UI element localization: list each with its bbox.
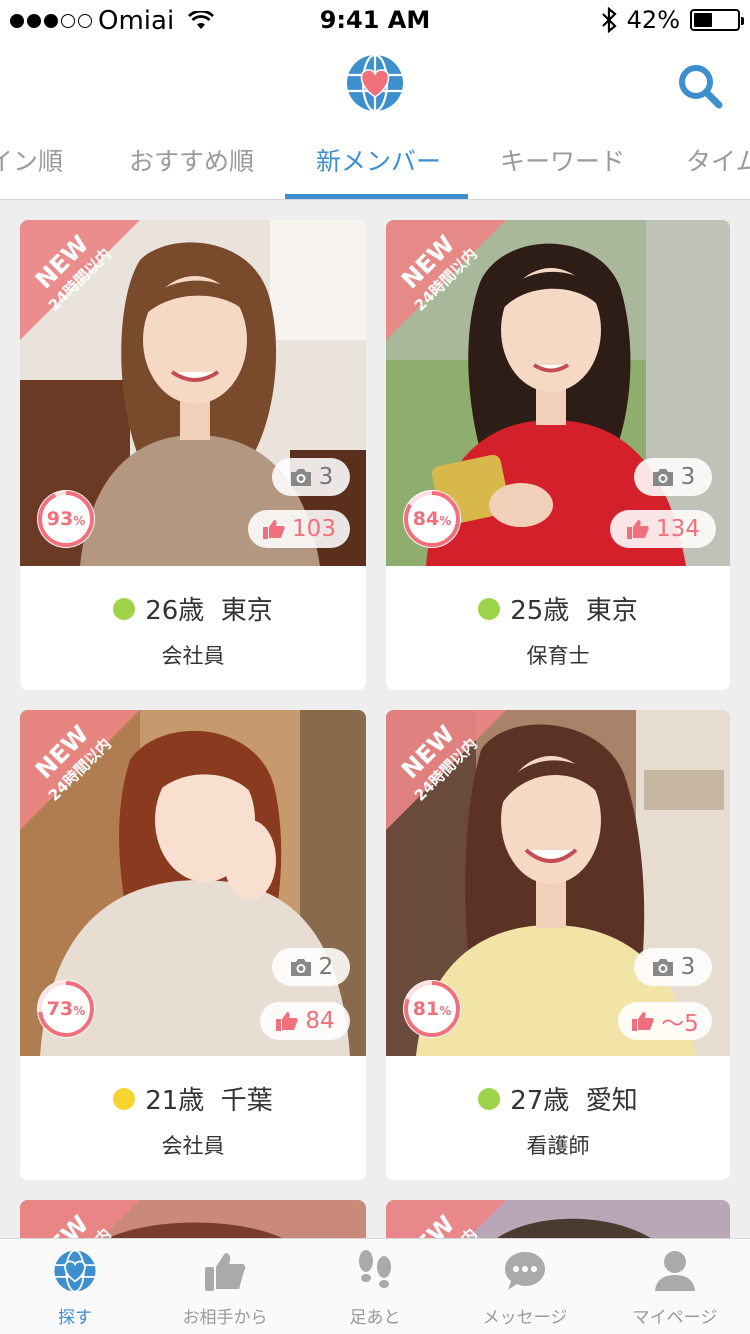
tab-login-order[interactable]: イン順 bbox=[0, 142, 63, 178]
bluetooth-icon bbox=[601, 7, 617, 33]
occupation: 看護師 bbox=[526, 1134, 590, 1158]
thumbs-up-icon bbox=[263, 520, 285, 539]
like-count: 103 bbox=[248, 510, 350, 548]
age-location: 21歳 千葉 bbox=[145, 1086, 273, 1116]
member-photo[interactable]: NEW 24時間以内 2 84 73% bbox=[20, 710, 366, 1056]
member-card[interactable]: NEW 24時間以内 2 84 73% 21歳 千葉 会社員 bbox=[20, 710, 366, 1180]
online-status-dot bbox=[113, 597, 136, 620]
like-count: 〜5 bbox=[618, 1002, 712, 1040]
tab-keyword[interactable]: キーワード bbox=[500, 142, 625, 178]
age-location: 25歳 東京 bbox=[510, 596, 638, 626]
battery-percent: 42% bbox=[626, 6, 680, 34]
occupation: 保育士 bbox=[526, 644, 590, 668]
like-count: 84 bbox=[260, 1002, 350, 1040]
member-summary: 27歳 愛知 bbox=[386, 1080, 730, 1117]
thumbs-up-icon bbox=[632, 1012, 654, 1031]
camera-icon bbox=[652, 959, 673, 976]
member-card[interactable]: NEW 24時間以内 3 〜5 81% 27歳 愛知 看護師 bbox=[386, 710, 730, 1180]
footprints-icon bbox=[359, 1250, 391, 1288]
status-bar: Omiai 9:41 AM 42% bbox=[0, 0, 750, 40]
tab-recommended[interactable]: おすすめ順 bbox=[129, 142, 254, 178]
occupation: 会社員 bbox=[161, 644, 225, 668]
chat-bubble-icon bbox=[505, 1252, 545, 1290]
member-photo[interactable]: NEW 24時間以内 3 134 84% bbox=[386, 220, 730, 566]
tab-new-members[interactable]: 新メンバー bbox=[316, 142, 441, 178]
nav-search[interactable]: 探す bbox=[0, 1239, 150, 1334]
photo-count: 3 bbox=[634, 458, 712, 496]
nav-my-page[interactable]: マイページ bbox=[600, 1239, 750, 1334]
bottom-tab-bar: 探す お相手から 足あと メッセージ マイページ bbox=[0, 1238, 750, 1334]
globe-heart-icon bbox=[54, 1249, 96, 1293]
match-rate: 84% bbox=[403, 490, 461, 548]
photo-count: 3 bbox=[634, 948, 712, 986]
thumbs-up-icon bbox=[205, 1253, 246, 1291]
camera-icon bbox=[290, 469, 311, 486]
tab-time[interactable]: タイム bbox=[686, 142, 750, 178]
age-location: 26歳 東京 bbox=[145, 596, 273, 626]
app-logo-icon bbox=[347, 53, 403, 113]
thumbs-up-icon bbox=[627, 520, 649, 539]
age-location: 27歳 愛知 bbox=[510, 1086, 638, 1116]
match-rate: 73% bbox=[37, 980, 95, 1038]
member-summary: 25歳 東京 bbox=[386, 590, 730, 627]
occupation: 会社員 bbox=[161, 1134, 225, 1158]
match-rate: 81% bbox=[403, 980, 461, 1038]
member-photo[interactable]: NEW 24時間以内 3 〜5 81% bbox=[386, 710, 730, 1056]
match-rate: 93% bbox=[37, 490, 95, 548]
like-count: 134 bbox=[610, 510, 716, 548]
photo-count: 2 bbox=[272, 948, 350, 986]
online-status-dot bbox=[478, 597, 501, 620]
member-photo[interactable]: NEW 24時間以内 3 103 93% bbox=[20, 220, 366, 566]
camera-icon bbox=[290, 959, 311, 976]
header-divider bbox=[0, 199, 750, 200]
search-button[interactable] bbox=[676, 62, 724, 110]
online-status-dot bbox=[113, 1087, 136, 1110]
member-summary: 21歳 千葉 bbox=[20, 1080, 366, 1117]
camera-icon bbox=[652, 469, 673, 486]
member-summary: 26歳 東京 bbox=[20, 590, 366, 627]
thumbs-up-icon bbox=[276, 1012, 299, 1031]
status-right: 42% bbox=[601, 6, 744, 34]
battery-icon bbox=[690, 9, 744, 31]
member-card[interactable]: NEW 24時間以内 3 103 93% 26歳 東京 会社員 bbox=[20, 220, 366, 690]
online-status-dot bbox=[478, 1087, 501, 1110]
nav-messages[interactable]: メッセージ bbox=[450, 1239, 600, 1334]
photo-count: 3 bbox=[272, 458, 350, 496]
sort-tabs: イン順 おすすめ順 新メンバー キーワード タイム bbox=[0, 140, 750, 200]
nav-footprints[interactable]: 足あと bbox=[300, 1239, 450, 1334]
member-card[interactable]: NEW 24時間以内 3 134 84% 25歳 東京 保育士 bbox=[386, 220, 730, 690]
app-header: イン順 おすすめ順 新メンバー キーワード タイム bbox=[0, 40, 750, 200]
person-icon bbox=[655, 1251, 695, 1291]
nav-from-partner[interactable]: お相手から bbox=[150, 1239, 300, 1334]
